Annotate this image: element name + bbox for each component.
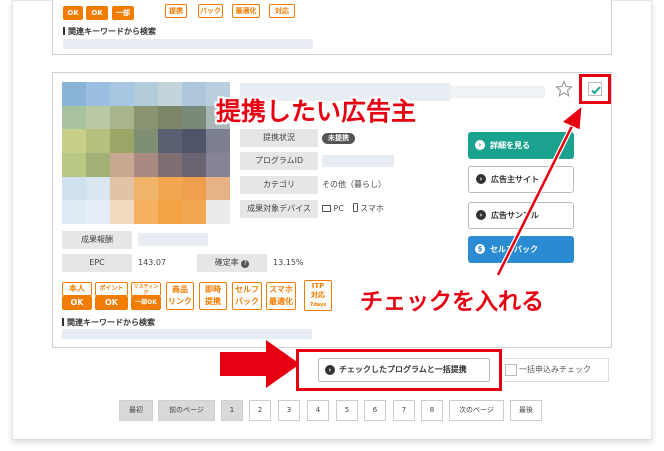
epc-label: EPC [62,254,132,272]
page-2-button[interactable]: 2 [249,400,271,421]
program-subtitle [450,86,545,98]
arrow-right-icon [220,340,300,388]
tag-supported: 対応 [269,4,295,18]
device-sp: スマホ [360,204,384,213]
tag-listing-ok: リスティング 一部OK [131,282,161,310]
reward-value [138,233,208,246]
reward-label: 成果報酬 [62,231,132,249]
bulk-apply-label: 一括申込みチェック [519,365,591,374]
page-3-button[interactable]: 3 [278,400,300,421]
page-next-button[interactable]: 次のページ [449,400,504,421]
page-6-button[interactable]: 6 [364,400,386,421]
tag-itp-l2: 対応 [311,291,325,299]
check-icon [591,86,601,95]
checkbox-box[interactable] [505,364,517,376]
tag-sp-l1: スマホ [269,285,293,294]
epc-value: 143.07 [138,258,166,267]
tag-itp: ITP 対応 7days [304,280,332,311]
device-value: PC スマホ [322,200,384,218]
chevron-right-icon: › [325,365,335,375]
related-keywords-list[interactable] [62,329,312,339]
callout-target-advertiser: 提携したい広告主 [216,97,417,126]
category-value: その他（暮らし） [322,180,386,189]
page-last-button[interactable]: 最後 [510,400,542,421]
checkbox-box[interactable] [588,82,602,96]
tag-listing-top: リスティング [131,282,161,296]
tag-self-top: 本人 [62,282,92,296]
tag-optimized: 最適化 [232,4,260,18]
device-pc: PC [333,204,344,213]
device-label: 成果対象デバイス [240,200,318,218]
tag-product-link: 商品 リンク [166,282,194,310]
confirm-rate-value: 13.15% [273,258,304,267]
bulk-apply-checkbox[interactable]: 一括申込みチェック [503,358,609,382]
related-keywords-list[interactable] [63,39,313,49]
status-label: 提携状況 [240,129,318,147]
status-value: 未提携 [322,129,355,147]
bulk-partner-label: チェックしたプログラムと一括提携 [339,365,467,374]
page-5-button[interactable]: 5 [336,400,358,421]
status-badge: 未提携 [322,133,355,144]
page-8-button[interactable]: 8 [421,400,443,421]
tag-instant-partner: 即時 提携 [199,282,227,310]
program-id-value [322,155,394,167]
related-keywords-title: 関連キーワードから検索 [62,317,155,328]
tag-point-top: ポイント [95,282,128,296]
callout-check: チェックを入れる [360,289,544,315]
page-7-button[interactable]: 7 [393,400,415,421]
related-keywords-title: 関連キーワードから検索 [63,26,156,37]
monitor-icon [322,205,331,212]
tag-self-back: バック [198,4,223,18]
tag-listing-bottom: 一部OK [131,296,161,310]
tag-point-ok: ポイント OK [95,282,128,310]
page-4-button[interactable]: 4 [307,400,329,421]
program-id-label: プログラムID [240,152,318,170]
tag-itp-l3: 7days [309,302,327,308]
tag-self-ok: 本人 OK [62,282,92,310]
page-1-button[interactable]: 1 [221,400,243,421]
tag-selfback-l2: バック [235,297,259,306]
tag-product-link-l2: リンク [168,297,192,306]
program-card-previous: OK OK 一部OK 提携 バック 最適化 対応 関連キーワードから検索 [52,0,612,55]
tag-sp-l2: 最適化 [269,297,293,306]
tag-self-bottom: OK [62,296,92,310]
tag-product-link-l1: 商品 [172,285,188,294]
category-label: カテゴリ [240,176,318,194]
tag-selfback-l1: セルフ [235,285,259,294]
tag-instant-l1: 即時 [205,285,221,294]
tag-partial-ok: 一部OK [112,6,134,31]
help-icon[interactable]: ? [241,260,250,268]
tag-instant-partner: 提携 [165,4,187,18]
tag-itp-l1: ITP [311,282,325,290]
confirm-rate-label: 確定率 ? [197,254,267,272]
favorite-star-icon[interactable] [555,80,573,98]
tag-instant-l2: 提携 [205,297,221,306]
tag-ok: OK [86,6,108,20]
tag-self-back: セルフ バック [232,282,262,310]
tag-sp-optimized: スマホ 最適化 [266,282,296,310]
page-prev-button[interactable]: 前のページ [158,400,215,421]
page-first-button[interactable]: 最初 [119,400,153,421]
bulk-partner-button[interactable]: › チェックしたプログラムと一括提携 [318,358,490,382]
confirm-rate-label-text: 確定率 [214,258,239,267]
arrow-up-right-icon [495,104,583,277]
tag-ok: OK [63,6,83,20]
program-thumbnail[interactable] [62,82,230,224]
tag-point-bottom: OK [95,296,128,310]
smartphone-icon [352,203,358,212]
